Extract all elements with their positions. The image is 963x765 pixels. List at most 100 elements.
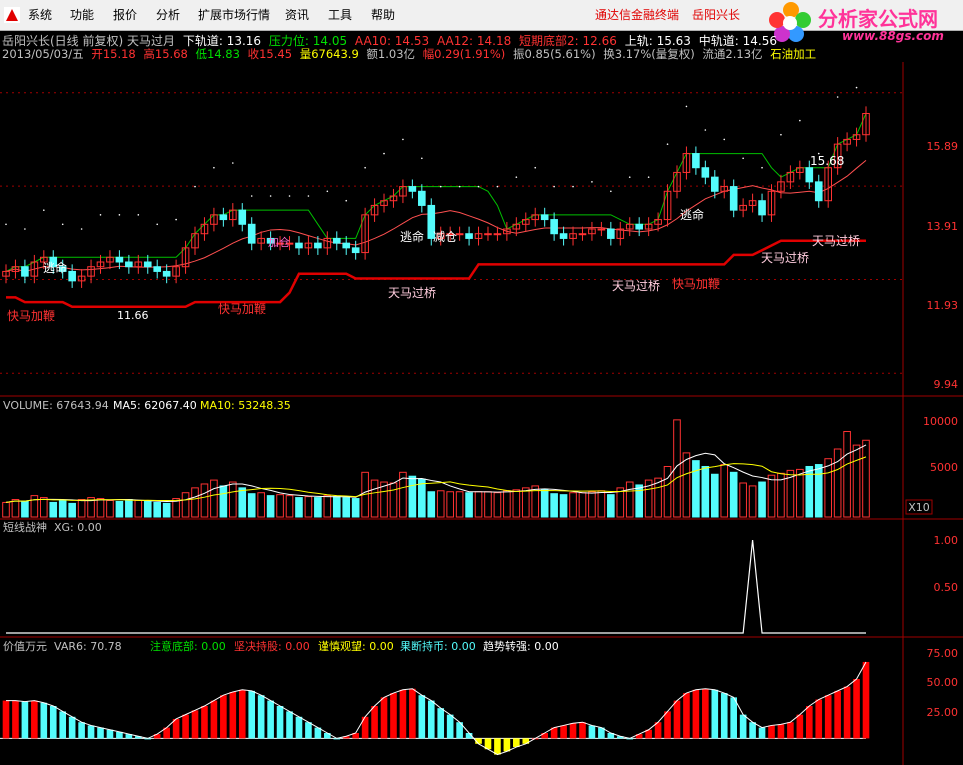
var6-bar (437, 708, 445, 739)
volume-bar (682, 452, 691, 518)
candle-body (342, 242, 351, 249)
upper-rail-dot (402, 138, 404, 141)
candle-body (729, 186, 738, 211)
fast-horse-label-3: 快马加鞭 (672, 277, 720, 291)
reduce-label: 减仓 (433, 230, 457, 244)
upper-rail-dot (288, 195, 291, 197)
fast-horse-label-1: 快马加鞭 (7, 309, 55, 323)
price-tick-4: 9.94 (934, 378, 959, 391)
volume-bar (540, 489, 549, 518)
add-label: 加仓 (268, 235, 290, 249)
volume-bar (49, 501, 58, 518)
candle-body (455, 233, 464, 236)
upper-rail-dot (704, 129, 707, 131)
volume-bar (814, 464, 823, 518)
var6-bar (730, 697, 737, 739)
price-tick-3: 11.93 (927, 299, 959, 312)
volume-bar (266, 495, 275, 518)
volume-bar (115, 500, 124, 518)
volume-bar (824, 458, 833, 518)
volume-bar (134, 499, 143, 518)
price-tick-2: 13.91 (927, 220, 959, 233)
volume-bar (767, 474, 776, 518)
upper-rail-dot (137, 214, 140, 216)
var6-tick-1: 75.00 (927, 647, 959, 660)
var6-bar (739, 714, 747, 739)
upper-rail-dot (61, 223, 64, 226)
upper-rail-dot (628, 176, 631, 178)
volume-bars[interactable] (2, 419, 870, 518)
volume-unit: X10 (908, 501, 930, 514)
tianma-label-1: 天马过桥 (388, 286, 436, 300)
volume-bar (692, 460, 700, 518)
volume-bar (862, 439, 870, 518)
volume-bar (625, 481, 634, 518)
var6-bar (106, 729, 114, 739)
var6-qushi: 趋势转强: 0.00 (483, 639, 559, 653)
xg-line[interactable] (6, 539, 866, 634)
volume-bar (219, 485, 228, 518)
var6-bar (805, 706, 813, 739)
volume-bar (588, 491, 596, 518)
candle-body (219, 214, 228, 221)
var6-bar (815, 699, 823, 739)
candle-body (484, 233, 492, 236)
chart-area[interactable]: 15.89 13.91 11.93 9.94 10000 5000 X10 1.… (0, 0, 963, 765)
upper-rail-dot (269, 195, 272, 197)
upper-rail-dot (496, 185, 499, 188)
upper-rail-dot (80, 228, 83, 230)
volume-bar (418, 478, 426, 518)
upper-rail-dot (534, 166, 537, 169)
volume-bar (153, 501, 162, 518)
volume-bar (569, 492, 577, 518)
price-candles[interactable] (2, 86, 870, 309)
upper-rail-dot (421, 157, 423, 160)
volume-bar (370, 479, 379, 518)
var6-bar (305, 722, 312, 739)
var6-bar (569, 723, 577, 739)
volume-ma5: MA5: 62067.40 (113, 399, 197, 412)
var6-bar (172, 718, 180, 739)
volume-bar (30, 495, 39, 518)
var6-bar (777, 724, 785, 739)
var6-bar (295, 716, 303, 739)
candle-body (21, 266, 29, 277)
var6-bar (843, 686, 851, 739)
candle-body (418, 190, 426, 206)
upper-rail-dot (610, 190, 612, 193)
upper-rail-dot (439, 185, 442, 188)
candle-body (143, 261, 152, 268)
var6-bar (21, 701, 29, 739)
var6-bar (380, 697, 388, 739)
var6-bars[interactable] (0, 661, 870, 756)
upper-rail-dot (647, 176, 650, 178)
candle-body (701, 167, 710, 178)
var6-bar (683, 693, 690, 739)
tianma-label-3: 天马过桥 (761, 251, 809, 265)
volume-bar (559, 494, 568, 518)
volume-bar (238, 487, 247, 518)
var6-bar (427, 700, 435, 739)
var6-bar (409, 688, 416, 739)
upper-rail-dot (477, 185, 480, 188)
xg-tick-1: 1.00 (934, 534, 959, 547)
fast-horse-label-2: 快马加鞭 (218, 302, 266, 316)
candle-body (758, 200, 766, 216)
var6-bar (49, 706, 57, 739)
volume-label: VOLUME: 67643.94 (3, 399, 109, 412)
upper-rail-dot (799, 119, 801, 122)
upper-rail-dot (345, 199, 348, 202)
upper-rail-dot (685, 105, 688, 108)
var6-label: 价值万元 (3, 640, 47, 653)
candle-body (153, 266, 162, 272)
volume-bar (852, 444, 861, 518)
var6-bar (191, 710, 199, 739)
upper-rail-dot (780, 133, 782, 136)
volume-bar (389, 482, 398, 518)
var6-jianjue: 坚决持股: 0.00 (234, 639, 310, 653)
peak-label: 15.68 (810, 154, 844, 168)
volume-bar (323, 495, 332, 518)
volume-bar (58, 499, 67, 518)
upper-rail-dot (99, 214, 102, 216)
var6-bar (503, 738, 511, 752)
